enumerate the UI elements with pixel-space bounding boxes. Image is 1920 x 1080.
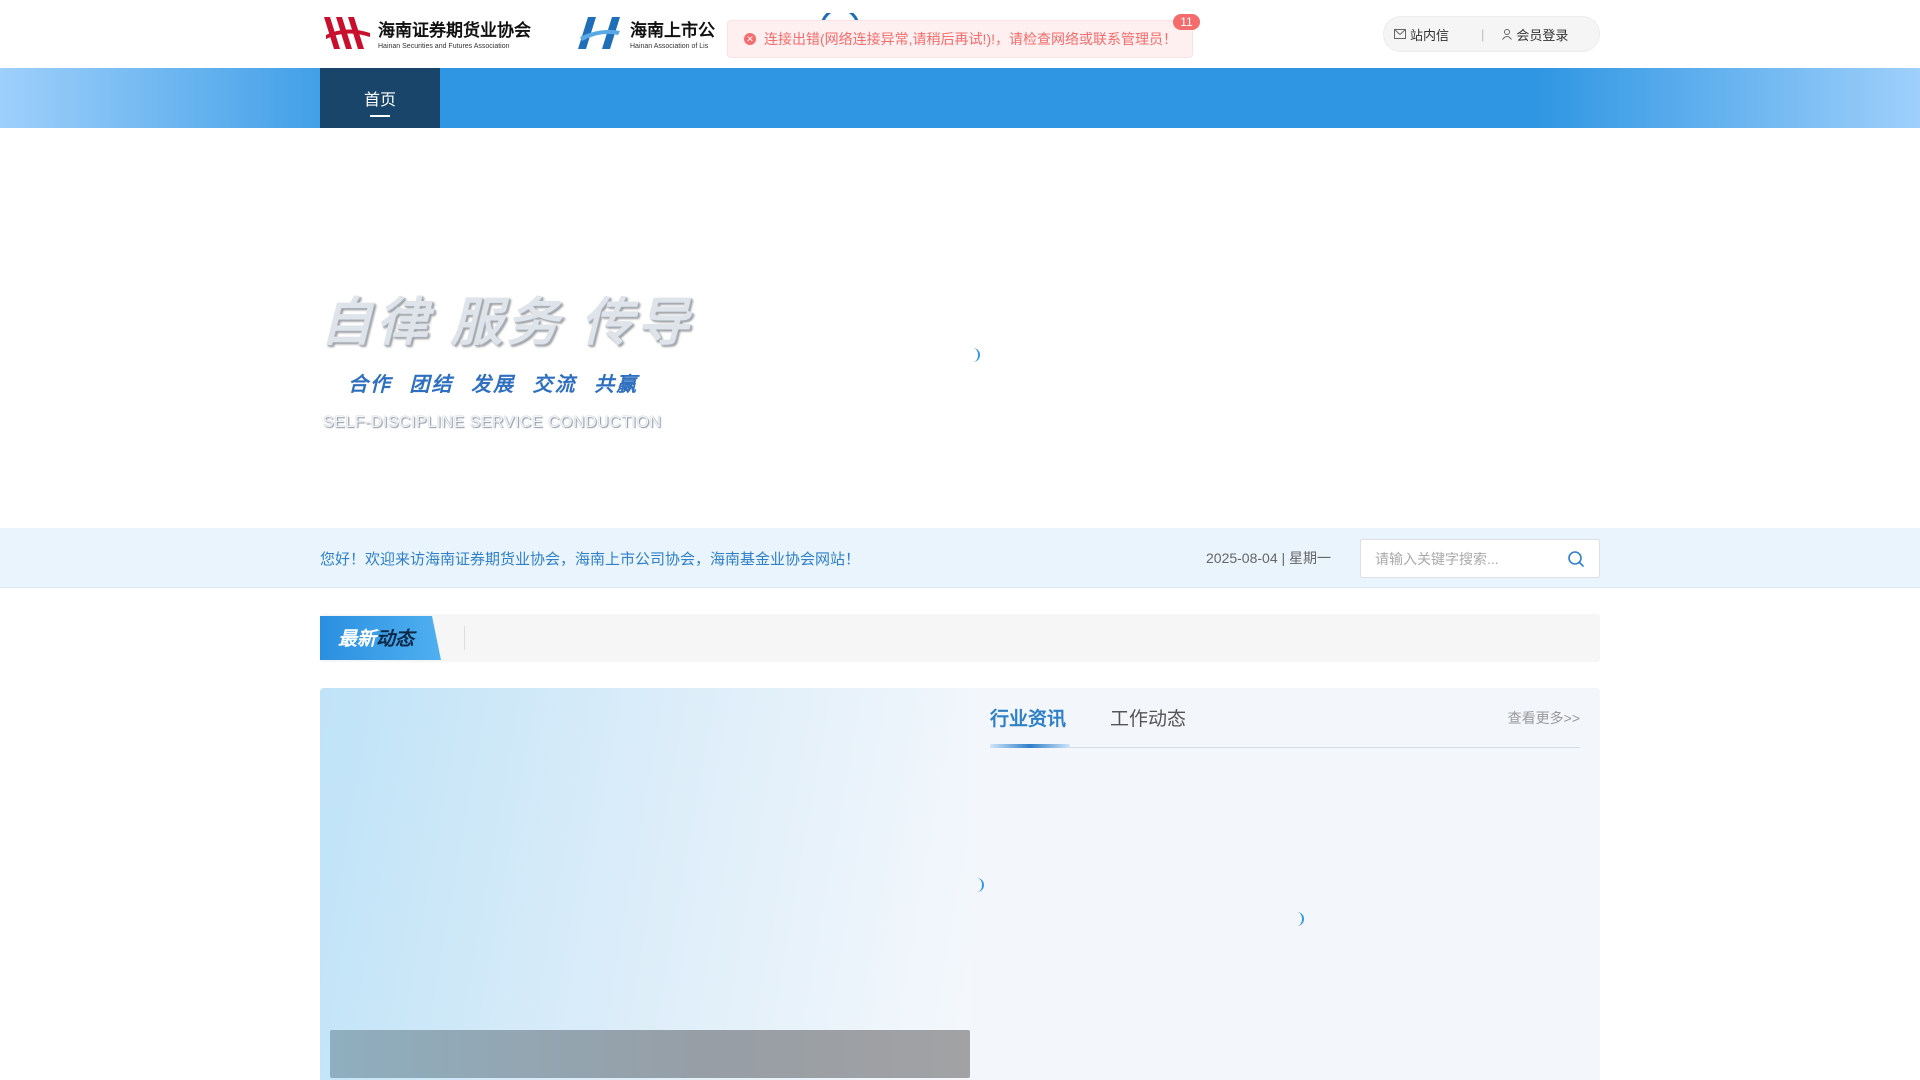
tab-industry-news[interactable]: 行业资讯	[990, 704, 1066, 731]
user-links-separator: |	[1481, 26, 1485, 42]
loading-spinner-icon	[970, 348, 980, 362]
tab-work-updates[interactable]: 工作动态	[1110, 704, 1186, 731]
latest-news-bar: 最新动态	[320, 614, 1600, 662]
user-icon	[1502, 28, 1513, 40]
latest-news-label-dark: 动态	[376, 629, 415, 650]
logo-name-cn: 海南上市公	[630, 21, 715, 40]
welcome-bar: 您好！欢迎来访海南证券期货业协会，海南上市公司协会，海南基金业协会网站！ 202…	[0, 528, 1920, 588]
current-date: 2025-08-04 | 星期一	[1206, 550, 1332, 566]
latest-news-label-light: 最新	[338, 629, 377, 650]
carousel-caption-bar	[330, 1030, 970, 1078]
loading-spinner-icon	[1294, 912, 1304, 926]
error-toast: ✕ 连接出错(网络连接异常,请稍后再试!)!，请检查网络或联系管理员！	[727, 20, 1193, 58]
active-tab-indicator	[990, 744, 1070, 748]
logo-hainan-securities-futures[interactable]: 海南证券期货业协会 Hainan Securities and Futures …	[320, 12, 531, 54]
loading-spinner-icon	[974, 878, 984, 892]
hsfa-logo-mark-icon	[324, 17, 370, 49]
news-tabs: 行业资讯 工作动态 查看更多>>	[990, 688, 1580, 748]
hero-banner: 自律 服务 传导 合作 团结 发展 交流 共赢 SELF-DISCIPLINE …	[0, 128, 1920, 528]
member-login-label: 会员登录	[1516, 27, 1569, 43]
search-icon[interactable]	[1566, 549, 1586, 569]
user-links: 站内信 | 会员登录	[1383, 16, 1600, 52]
logo-name-en: Hainan Association of Lis	[630, 43, 709, 50]
logo-hainan-listed-companies[interactable]: 海南上市公 Hainan Association of Lis	[572, 12, 715, 54]
logo-name-en: Hainan Securities and Futures Associatio…	[378, 43, 510, 50]
search-input[interactable]	[1361, 540, 1561, 577]
search-box	[1360, 539, 1600, 578]
view-more-link[interactable]: 查看更多>>	[1508, 708, 1580, 728]
logo-name-cn: 海南证券期货业协会	[378, 21, 531, 40]
messages-link[interactable]: 站内信	[1394, 25, 1449, 44]
hal-logo-mark-icon	[578, 17, 620, 49]
messages-label: 站内信	[1410, 27, 1450, 43]
error-circle-icon: ✕	[744, 33, 756, 45]
news-panel: 行业资讯 工作动态 查看更多>>	[990, 688, 1580, 1080]
news-carousel[interactable]	[320, 688, 984, 1080]
member-login-link[interactable]: 会员登录	[1502, 25, 1568, 44]
latest-news-label: 最新动态	[338, 624, 414, 651]
welcome-message: 您好！欢迎来访海南证券期货业协会，海南上市公司协会，海南基金业协会网站！	[320, 551, 861, 568]
main-content: 行业资讯 工作动态 查看更多>>	[320, 688, 1600, 1080]
error-toast-message: 连接出错(网络连接异常,请稍后再试!)!，请检查网络或联系管理员！	[764, 31, 1177, 47]
nav-item-home[interactable]: 首页	[320, 68, 440, 128]
toast-count-badge: 11	[1173, 14, 1200, 30]
latest-news-divider	[464, 626, 465, 650]
banner-slogan-sub: 合作 团结 发展 交流 共赢	[348, 374, 639, 396]
envelope-icon	[1394, 29, 1406, 39]
banner-slogan-cn: 自律 服务 传导	[320, 294, 693, 352]
banner-slogan-en: SELF-DISCIPLINE SERVICE CONDUCTION	[323, 414, 662, 431]
main-nav: 首页	[0, 68, 1920, 128]
